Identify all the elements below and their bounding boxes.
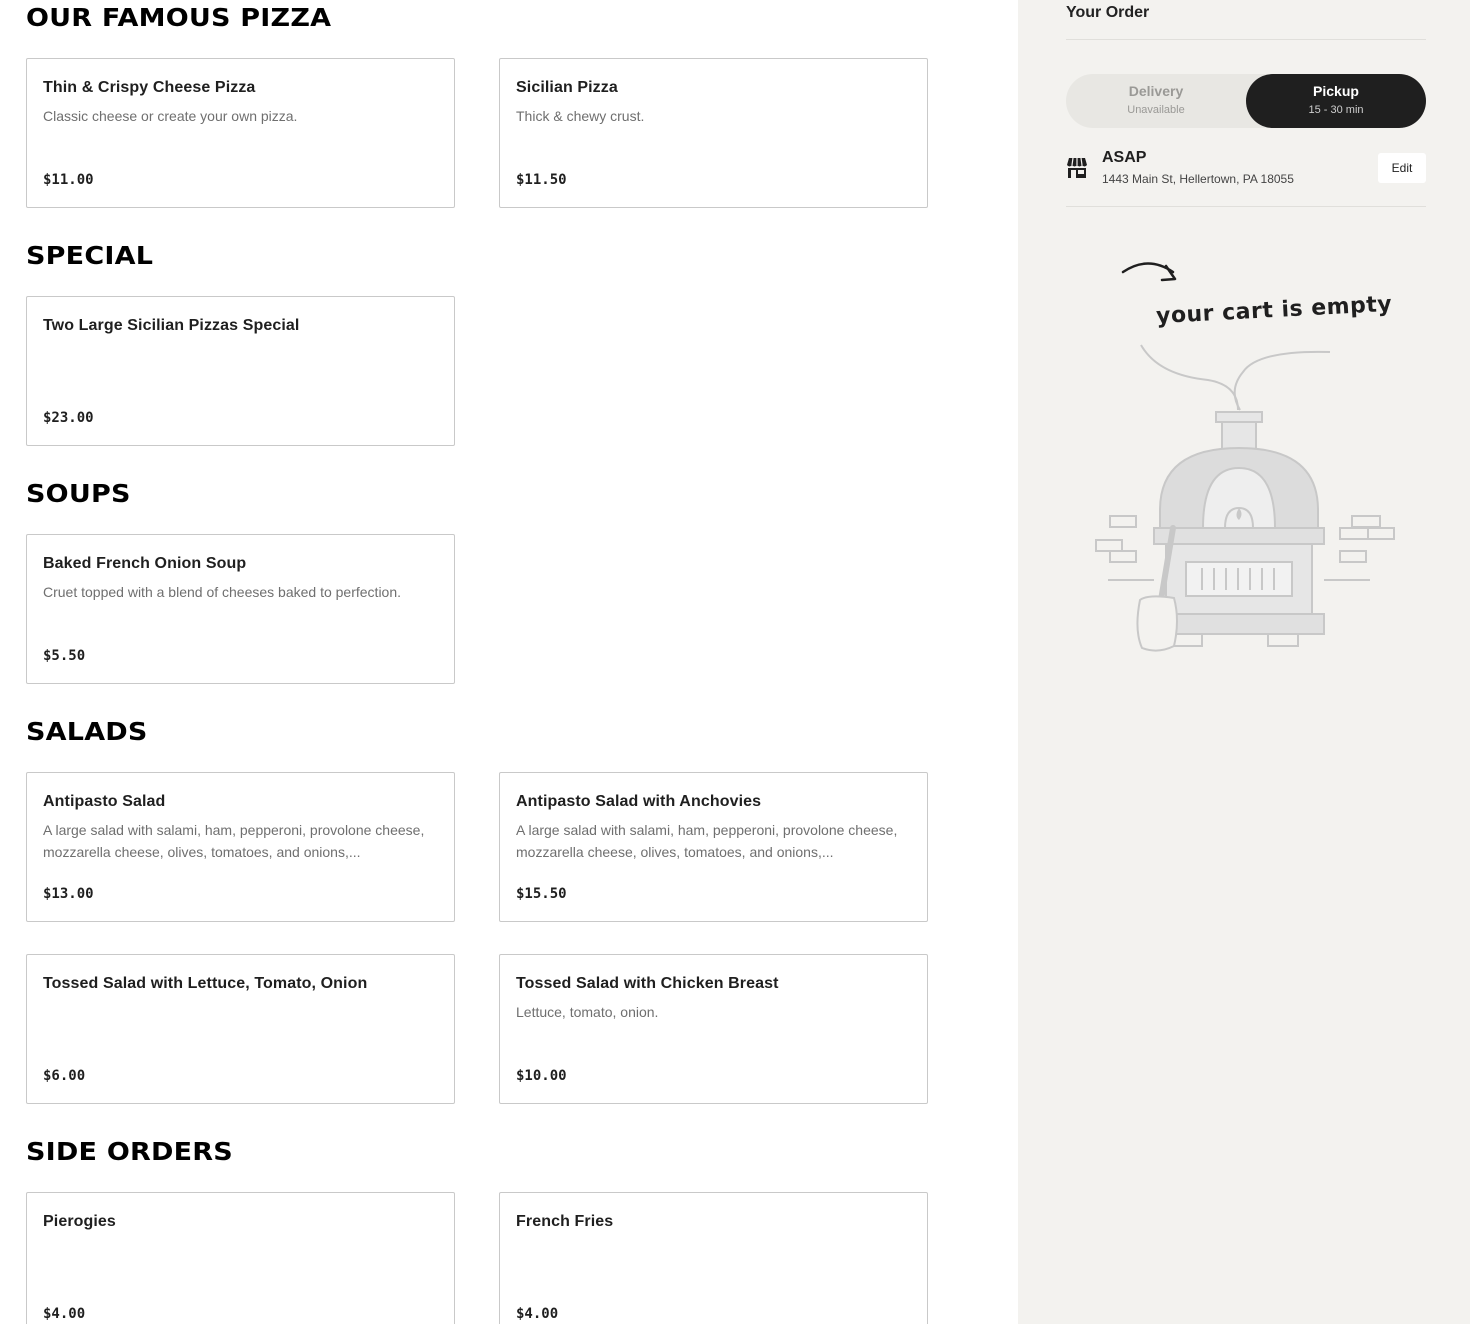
item-price: $5.50 <box>43 648 86 664</box>
item-description: Classic cheese or create your own pizza. <box>43 108 298 124</box>
item-name: French Fries <box>516 1213 614 1230</box>
menu-panel: OUR FAMOUS PIZZA Thin & Crispy Cheese Pi… <box>0 0 1018 1324</box>
item-price: $4.00 <box>43 1306 86 1322</box>
menu-item-card[interactable]: Pierogies $4.00 <box>26 1192 455 1324</box>
item-price: $23.00 <box>43 410 94 426</box>
menu-item-card[interactable]: Sicilian Pizza Thick & chewy crust. $11.… <box>499 58 928 208</box>
item-name: Baked French Onion Soup <box>43 555 247 572</box>
item-description: A large salad with salami, ham, pepperon… <box>43 822 425 860</box>
section-title-salads: SALADS <box>26 717 148 746</box>
section-title-side-orders: SIDE ORDERS <box>26 1137 233 1166</box>
delivery-label: Delivery <box>1128 83 1184 99</box>
menu-item-card[interactable]: Antipasto Salad with Anchovies A large s… <box>499 772 928 922</box>
item-description: Lettuce, tomato, onion. <box>516 1004 659 1020</box>
item-name: Thin & Crispy Cheese Pizza <box>43 79 256 96</box>
order-title: Your Order <box>1066 4 1150 21</box>
divider <box>1066 206 1426 207</box>
store-icon <box>1067 157 1087 178</box>
item-description: Thick & chewy crust. <box>516 108 645 124</box>
item-price: $10.00 <box>516 1068 567 1084</box>
menu-item-card[interactable]: Baked French Onion Soup Cruet topped wit… <box>26 534 455 684</box>
item-name: Sicilian Pizza <box>516 79 618 96</box>
menu-item-card[interactable]: Antipasto Salad A large salad with salam… <box>26 772 455 922</box>
item-price: $11.00 <box>43 172 94 188</box>
delivery-option[interactable]: Delivery Unavailable <box>1066 74 1246 128</box>
menu-item-card[interactable]: Two Large Sicilian Pizzas Special $23.00 <box>26 296 455 446</box>
pickup-time-label: ASAP <box>1102 149 1147 166</box>
item-price: $11.50 <box>516 172 567 188</box>
item-description: A large salad with salami, ham, pepperon… <box>516 822 898 860</box>
order-sidebar: Your Order Delivery Unavailable Pickup 1… <box>1018 0 1470 1324</box>
item-price: $6.00 <box>43 1068 86 1084</box>
item-name: Pierogies <box>43 1213 116 1230</box>
pickup-label: Pickup <box>1313 83 1359 99</box>
menu-item-card[interactable]: Tossed Salad with Chicken Breast Lettuce… <box>499 954 928 1104</box>
item-price: $15.50 <box>516 886 567 902</box>
divider <box>1066 39 1426 40</box>
fulfillment-toggle: Delivery Unavailable Pickup 15 - 30 min <box>1066 74 1426 128</box>
menu-item-card[interactable]: Thin & Crispy Cheese Pizza Classic chees… <box>26 58 455 208</box>
item-name: Tossed Salad with Chicken Breast <box>516 975 779 992</box>
edit-button[interactable]: Edit <box>1378 153 1426 183</box>
pickup-time: 15 - 30 min <box>1308 104 1364 116</box>
item-name: Two Large Sicilian Pizzas Special <box>43 317 300 334</box>
item-name: Tossed Salad with Lettuce, Tomato, Onion <box>43 975 368 992</box>
section-title-pizza: OUR FAMOUS PIZZA <box>26 3 332 32</box>
pickup-option[interactable]: Pickup 15 - 30 min <box>1246 74 1426 128</box>
section-title-soups: SOUPS <box>26 479 131 508</box>
item-name: Antipasto Salad with Anchovies <box>516 793 762 810</box>
store-address: 1443 Main St, Hellertown, PA 18055 <box>1102 172 1294 186</box>
menu-item-card[interactable]: Tossed Salad with Lettuce, Tomato, Onion… <box>26 954 455 1104</box>
item-description: Cruet topped with a blend of cheeses bak… <box>43 584 402 600</box>
item-name: Antipasto Salad <box>43 793 166 810</box>
item-price: $13.00 <box>43 886 94 902</box>
item-price: $4.00 <box>516 1306 559 1322</box>
menu-item-card[interactable]: French Fries $4.00 <box>499 1192 928 1324</box>
section-title-special: SPECIAL <box>26 241 154 270</box>
delivery-status: Unavailable <box>1127 104 1185 116</box>
